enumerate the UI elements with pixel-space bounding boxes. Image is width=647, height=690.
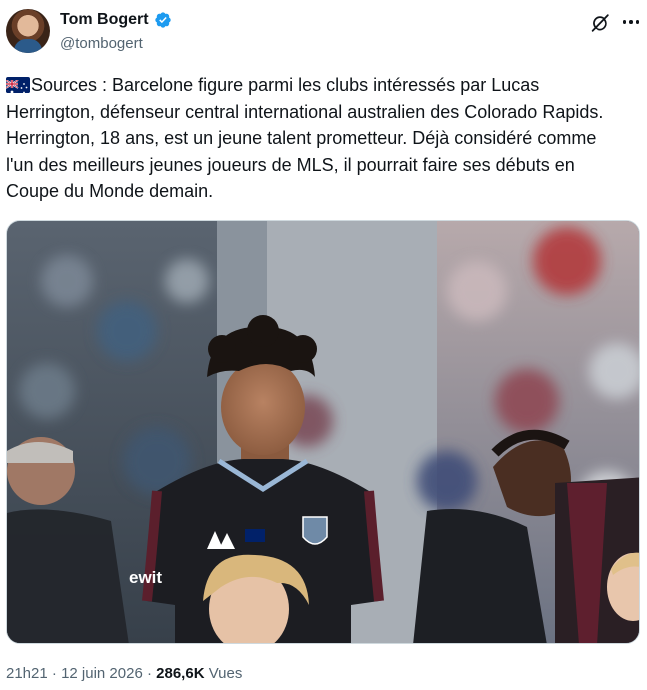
views-count: 286,6K xyxy=(156,665,205,682)
jersey-sponsor-text: ewit xyxy=(129,568,162,587)
verified-badge-icon xyxy=(154,12,171,28)
avatar-shirt xyxy=(14,39,42,53)
meta-separator-2: · xyxy=(142,665,157,682)
tweet-body: Sources : Barcelone figure parmi les clu… xyxy=(6,75,604,201)
tweet-metadata: 21h21 · 12 juin 2026 · 286,6K Vues xyxy=(6,665,242,682)
tweet-date[interactable]: 12 juin 2026 xyxy=(61,665,143,682)
author-handle[interactable]: @tombogert xyxy=(60,35,143,52)
author-display-name[interactable]: Tom Bogert xyxy=(60,11,149,29)
tweet-text: Sources : Barcelone figure parmi les clu… xyxy=(6,72,618,205)
grok-icon[interactable] xyxy=(589,12,611,34)
tweet-time[interactable]: 21h21 xyxy=(6,665,48,682)
avatar[interactable] xyxy=(6,9,50,53)
author-name-row[interactable]: Tom Bogert xyxy=(60,11,172,29)
more-options-icon[interactable] xyxy=(620,13,642,31)
tweet-photo[interactable]: ewit xyxy=(6,220,640,644)
views-label: Vues xyxy=(204,665,243,682)
meta-separator: · xyxy=(47,665,62,682)
australia-flag-icon xyxy=(6,77,30,93)
